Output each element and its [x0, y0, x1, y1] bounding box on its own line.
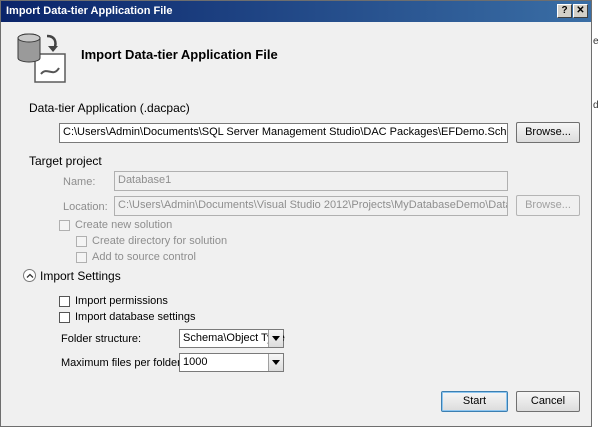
import-db-settings-label: Import database settings: [75, 311, 196, 323]
chevron-down-icon: [272, 360, 280, 365]
import-permissions-checkbox[interactable]: [59, 296, 70, 307]
create-solution-label: Create new solution: [75, 219, 173, 231]
create-directory-label: Create directory for solution: [92, 235, 228, 247]
max-files-value: 1000: [183, 356, 208, 368]
import-permissions-label: Import permissions: [75, 295, 168, 307]
chevron-down-icon: [272, 336, 280, 341]
project-location-label: Location:: [63, 201, 108, 213]
title-bar[interactable]: Import Data-tier Application File ? ✕: [1, 1, 591, 22]
add-source-control-checkbox[interactable]: [76, 252, 87, 263]
chevron-up-icon: [26, 273, 34, 278]
create-directory-checkbox[interactable]: [76, 236, 87, 247]
folder-structure-dropdown-button[interactable]: [268, 330, 283, 347]
location-browse-button[interactable]: Browse...: [516, 195, 580, 216]
max-files-select[interactable]: 1000: [179, 353, 284, 372]
max-files-dropdown-button[interactable]: [268, 354, 283, 371]
background-text-fragment: d: [593, 100, 599, 111]
project-name-input[interactable]: Database1: [114, 171, 508, 191]
close-icon: ✕: [576, 5, 585, 16]
folder-structure-label: Folder structure:: [61, 333, 142, 345]
dacpac-path-input[interactable]: C:\Users\Admin\Documents\SQL Server Mana…: [59, 123, 508, 143]
import-dialog: Import Data-tier Application File ? ✕ Im…: [0, 0, 592, 427]
help-icon: ?: [561, 5, 568, 16]
project-location-input[interactable]: C:\Users\Admin\Documents\Visual Studio 2…: [114, 196, 508, 216]
add-source-control-label: Add to source control: [92, 251, 196, 263]
import-settings-collapse-button[interactable]: [23, 269, 36, 282]
start-button[interactable]: Start: [441, 391, 508, 412]
create-solution-checkbox[interactable]: [59, 220, 70, 231]
project-name-label: Name:: [63, 176, 96, 188]
database-import-icon: [13, 30, 69, 86]
max-files-label: Maximum files per folder:: [61, 357, 184, 369]
cancel-button[interactable]: Cancel: [516, 391, 580, 412]
dacpac-browse-button[interactable]: Browse...: [516, 122, 580, 143]
help-button[interactable]: ?: [557, 4, 572, 18]
background-text-fragment: e: [593, 36, 599, 47]
folder-structure-select[interactable]: Schema\Object Type: [179, 329, 285, 348]
import-db-settings-checkbox[interactable]: [59, 312, 70, 323]
window-title: Import Data-tier Application File: [6, 5, 173, 17]
target-project-label: Target project: [29, 154, 102, 168]
import-settings-label: Import Settings: [40, 269, 121, 283]
background-window: e d: [592, 0, 600, 427]
header-title: Import Data-tier Application File: [81, 47, 278, 62]
dacpac-section-label: Data-tier Application (.dacpac): [29, 101, 190, 115]
close-button[interactable]: ✕: [573, 4, 588, 18]
dialog-header: Import Data-tier Application File: [1, 22, 591, 92]
